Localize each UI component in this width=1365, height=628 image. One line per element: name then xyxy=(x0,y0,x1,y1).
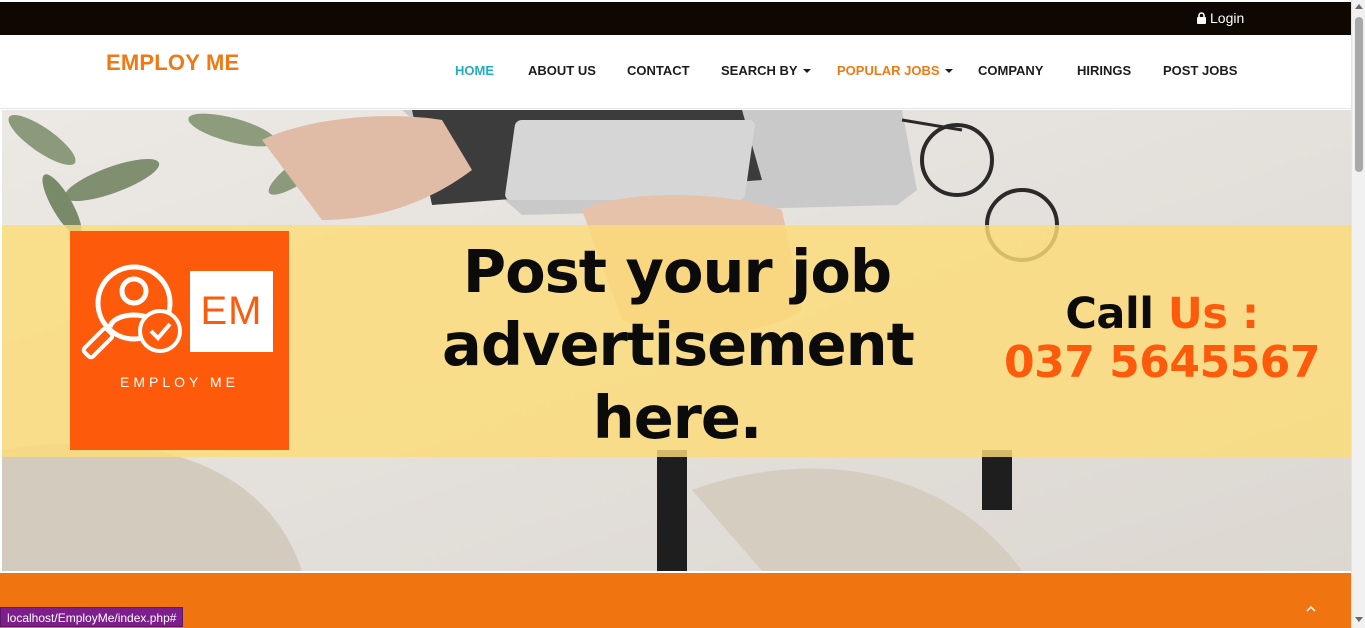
brand-logo[interactable]: EMPLOY ME xyxy=(106,50,239,76)
call-prefix: Call xyxy=(1065,289,1154,339)
nav-contact-label: CONTACT xyxy=(627,63,690,78)
browser-status-url: localhost/EmployMe/index.php# xyxy=(0,607,184,627)
chevron-up-icon[interactable] xyxy=(1306,601,1316,615)
nav-post-jobs-label: POST JOBS xyxy=(1163,63,1238,78)
search-person-icon xyxy=(81,264,182,360)
nav-search-by[interactable]: SEARCH BY xyxy=(721,63,811,78)
top-bar: Login xyxy=(0,0,1351,35)
nav-company[interactable]: COMPANY xyxy=(978,63,1043,78)
nav-post-jobs[interactable]: POST JOBS xyxy=(1163,63,1237,78)
scroll-up-arrow-icon[interactable] xyxy=(1355,4,1363,9)
nav-hirings[interactable]: HIRINGS xyxy=(1077,63,1131,78)
advert-banner: EM EMPLOY ME Post your job advertisement… xyxy=(2,225,1351,457)
nav-about-us-label: ABOUT US xyxy=(528,63,596,78)
employ-me-logo: EM EMPLOY ME xyxy=(70,231,289,450)
call-us-heading: Call Us : xyxy=(992,290,1332,338)
orange-section xyxy=(0,573,1351,628)
nav-company-label: COMPANY xyxy=(978,63,1044,78)
nav-contact[interactable]: CONTACT xyxy=(627,63,690,78)
nav-home[interactable]: HOME xyxy=(455,63,494,78)
call-us-label: Us : xyxy=(1167,289,1259,339)
lock-icon xyxy=(1197,12,1206,24)
login-link[interactable]: Login xyxy=(1196,10,1244,26)
logo-initials: EM xyxy=(190,271,273,352)
scroll-thumb[interactable] xyxy=(1355,17,1363,172)
nav-search-by-label: SEARCH BY xyxy=(721,63,798,78)
call-us-block: Call Us : 037 5645567 xyxy=(992,290,1332,388)
phone-number: 037 5645567 xyxy=(1004,337,1320,388)
caret-down-icon xyxy=(802,68,811,73)
nav-home-label: HOME xyxy=(455,63,494,78)
hero-banner: EM EMPLOY ME Post your job advertisement… xyxy=(2,110,1351,571)
main-navbar: EMPLOY ME HOME ABOUT US CONTACT SEARCH B… xyxy=(0,35,1351,109)
nav-popular-jobs-label: POPULAR JOBS xyxy=(837,63,940,78)
advert-headline: Post your job advertisement here. xyxy=(442,237,915,452)
nav-popular-jobs[interactable]: POPULAR JOBS xyxy=(837,63,953,78)
login-label: Login xyxy=(1210,10,1245,26)
scroll-down-arrow-icon[interactable] xyxy=(1355,617,1363,622)
caret-down-icon xyxy=(944,68,953,73)
nav-hirings-label: HIRINGS xyxy=(1077,63,1132,78)
vertical-scrollbar[interactable] xyxy=(1351,0,1365,628)
nav-about-us[interactable]: ABOUT US xyxy=(528,63,596,78)
logo-text: EMPLOY ME xyxy=(120,374,239,390)
